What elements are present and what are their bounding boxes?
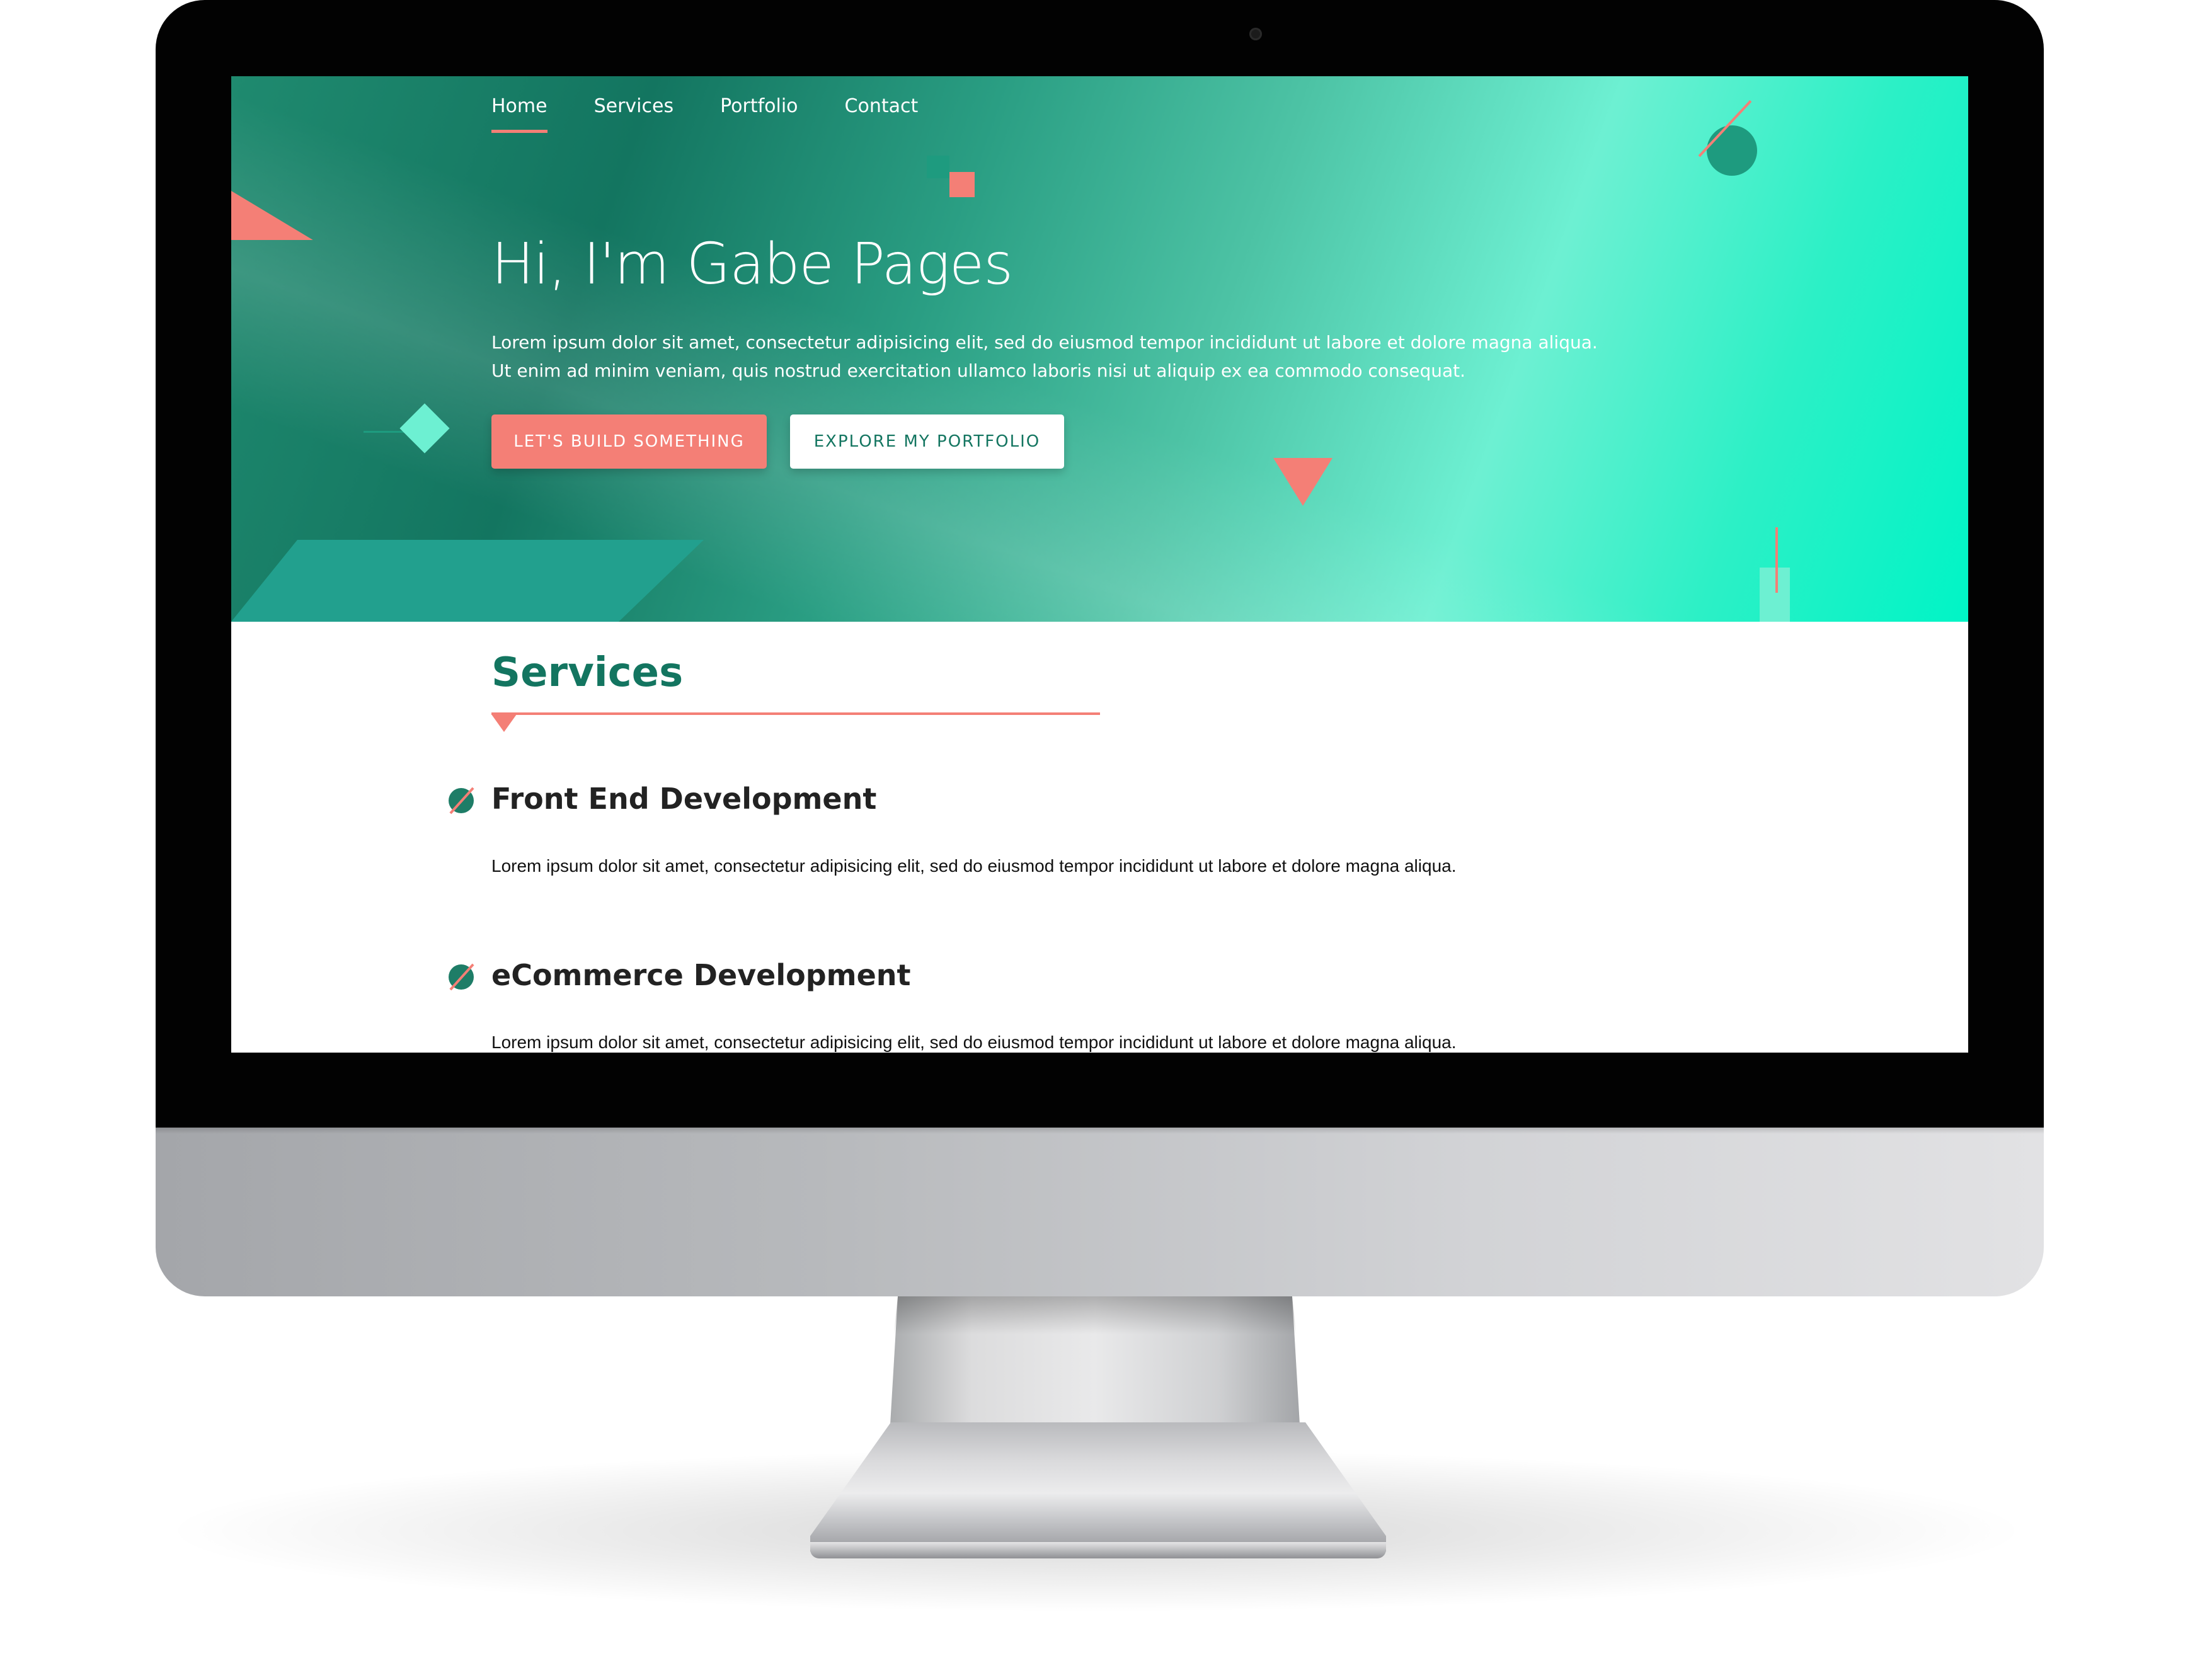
service-title-front-end: Front End Development	[491, 782, 877, 816]
planet-icon	[449, 788, 474, 813]
hero-description: Lorem ipsum dolor sit amet, consectetur …	[491, 332, 1598, 381]
screen: Home Services Portfolio Contact Hi, I'm …	[231, 76, 1968, 1053]
services-divider-marker	[491, 714, 517, 732]
main-nav: Home Services Portfolio Contact	[491, 95, 918, 133]
nav-contact[interactable]: Contact	[845, 95, 919, 133]
camera-icon	[1249, 28, 1262, 40]
decor-coral-square	[949, 172, 975, 197]
monitor-chin	[156, 1128, 2044, 1296]
hero-section: Home Services Portfolio Contact Hi, I'm …	[231, 76, 1968, 622]
decor-coral-stripe	[231, 183, 338, 240]
stand-shadow	[893, 1296, 1297, 1334]
explore-portfolio-button[interactable]: EXPLORE MY PORTFOLIO	[790, 414, 1064, 469]
decor-green-square	[927, 156, 949, 178]
service-title-ecommerce: eCommerce Development	[491, 958, 911, 992]
nav-portfolio[interactable]: Portfolio	[720, 95, 798, 133]
planet-icon	[449, 964, 474, 990]
chin-shadow	[156, 1128, 2044, 1134]
decor-mint-rect	[1760, 568, 1790, 622]
services-heading: Services	[491, 649, 684, 696]
decor-planet-icon	[1707, 125, 1757, 176]
service-text-front-end: Lorem ipsum dolor sit amet, consectetur …	[491, 856, 1457, 876]
build-something-button[interactable]: LET'S BUILD SOMETHING	[491, 414, 767, 469]
service-text-ecommerce: Lorem ipsum dolor sit amet, consectetur …	[491, 1032, 1457, 1052]
decor-stripe-clip	[231, 114, 352, 240]
monitor-stand-edge	[810, 1542, 1386, 1558]
services-divider	[491, 712, 1100, 715]
decor-coral-line	[1775, 527, 1778, 593]
monitor-stand-foot	[810, 1422, 1386, 1551]
hero-title: Hi, I'm Gabe Pages	[491, 231, 1013, 297]
decor-coral-triangle	[1273, 458, 1332, 506]
nav-home[interactable]: Home	[491, 95, 547, 133]
nav-services[interactable]: Services	[594, 95, 674, 133]
